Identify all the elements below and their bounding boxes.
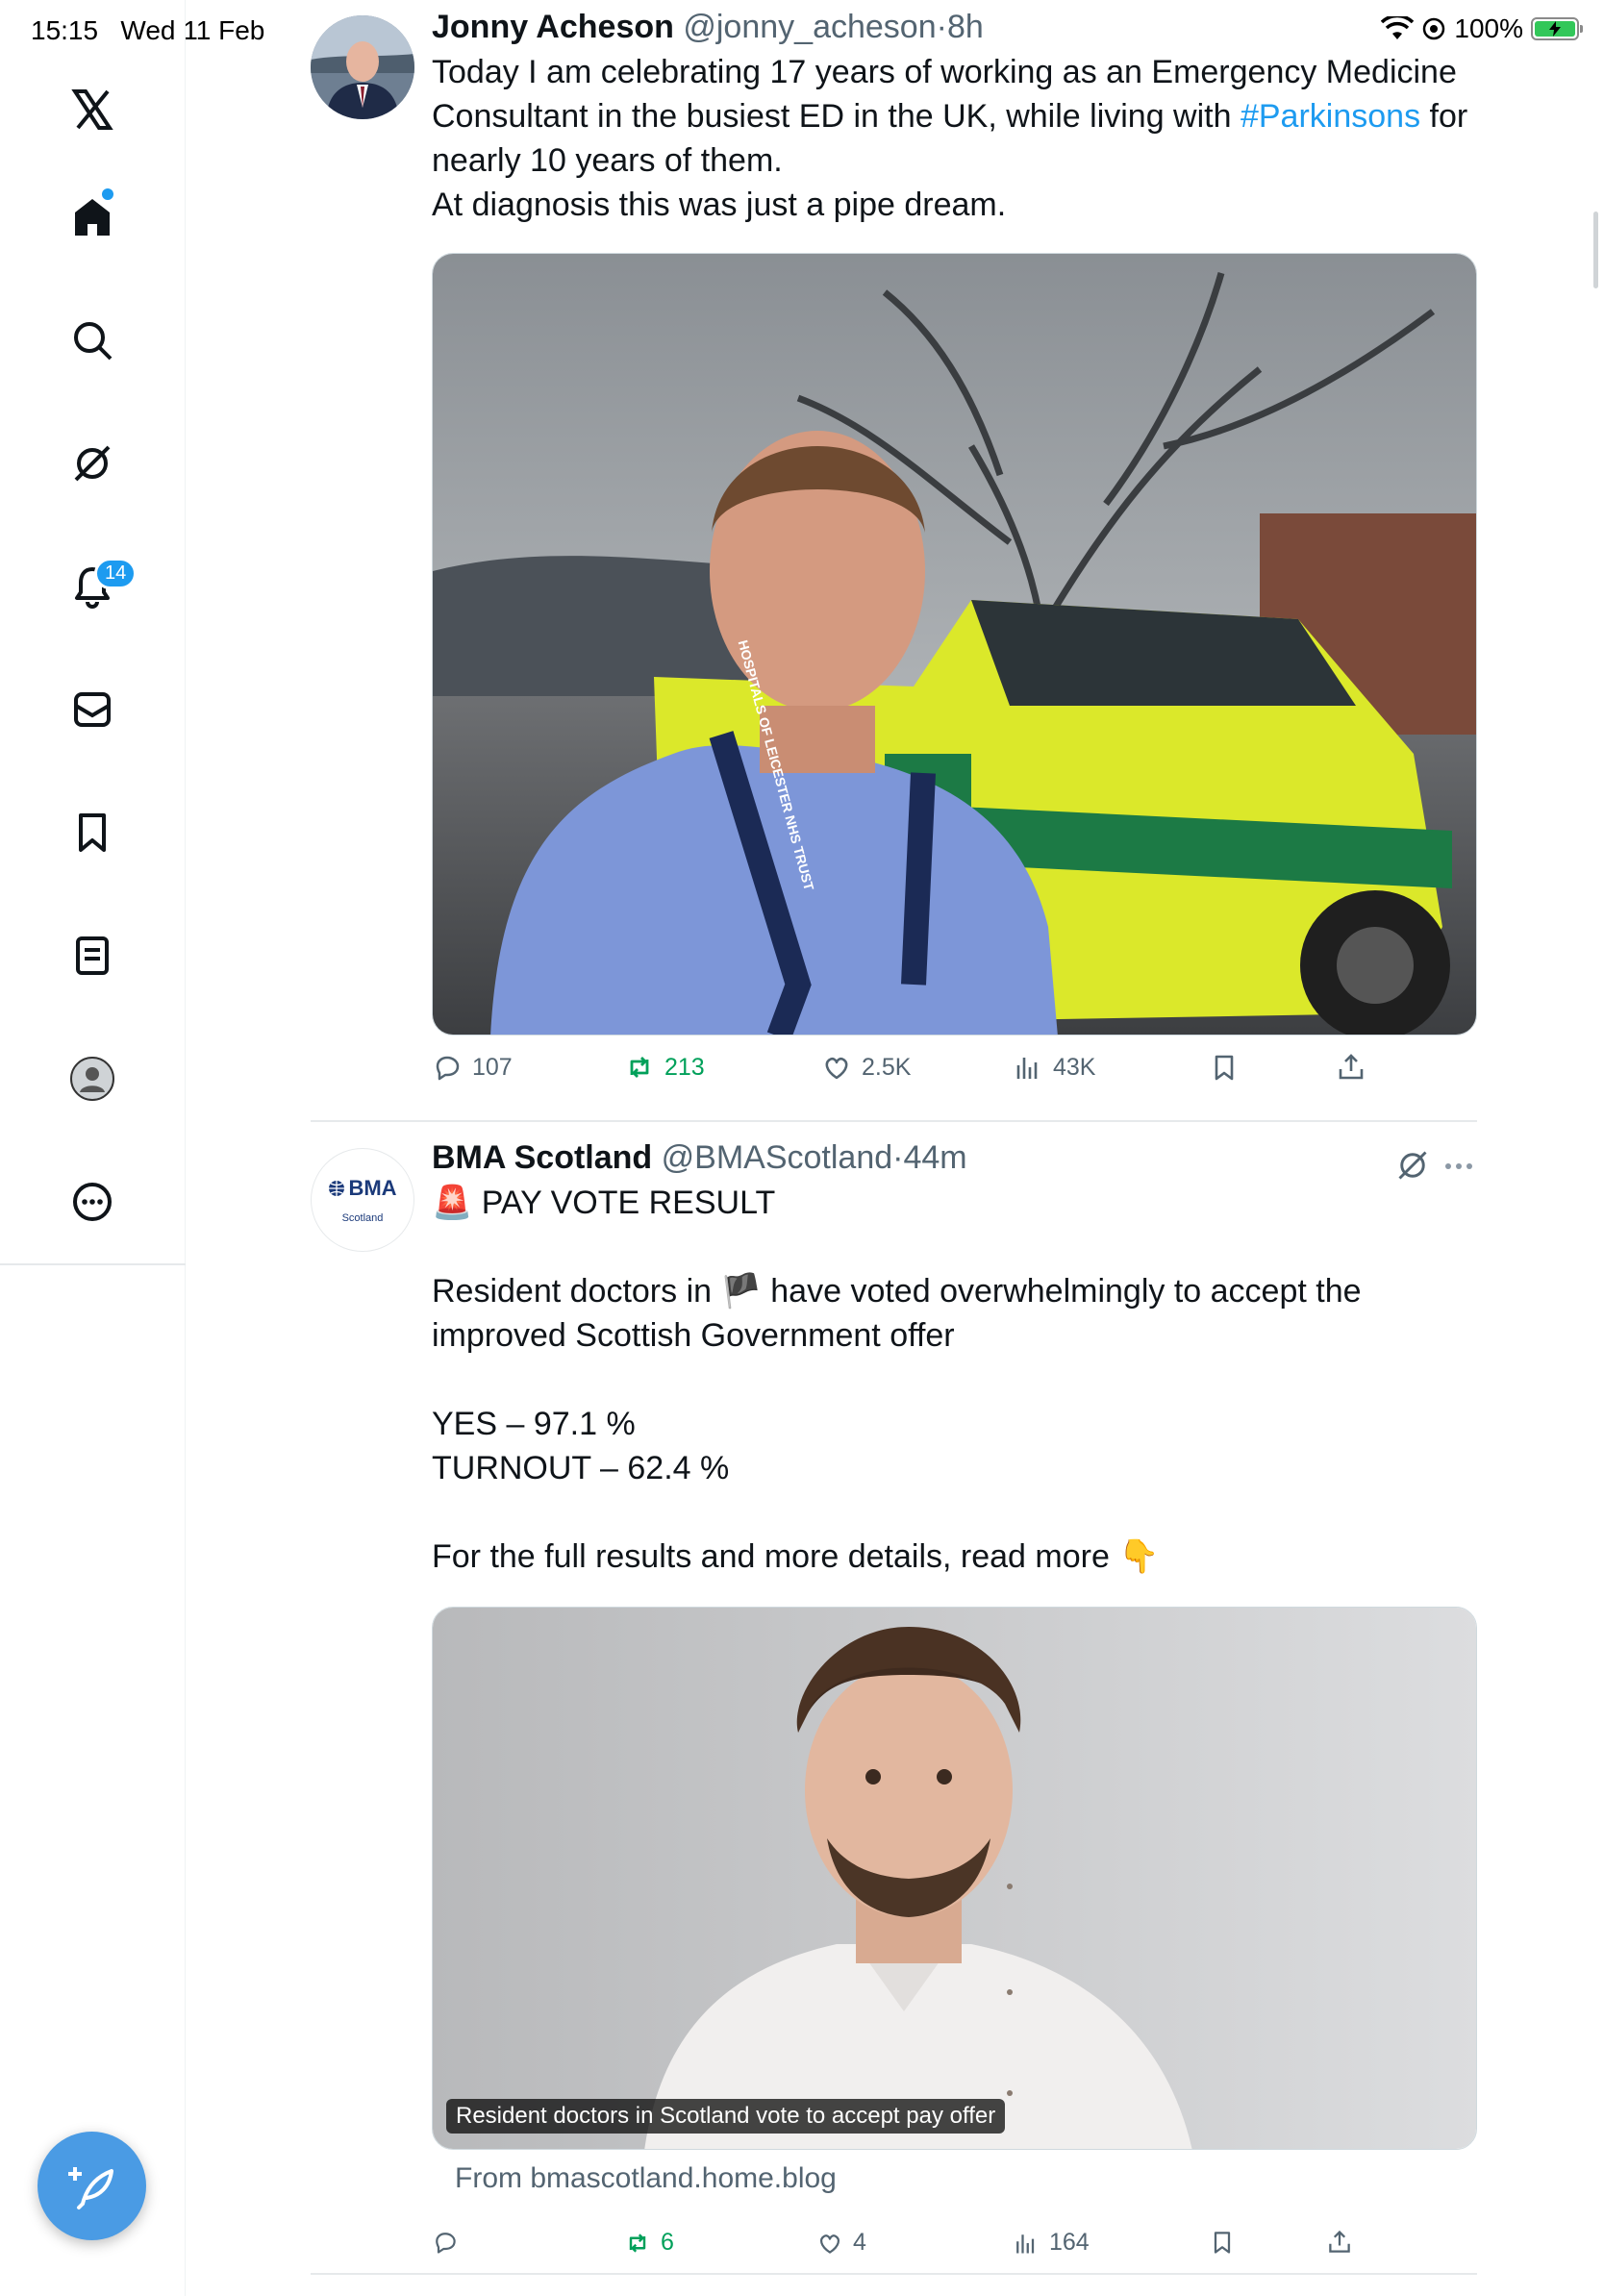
compose-icon [67,2166,113,2209]
reply-count: 107 [472,1053,513,1081]
card-source[interactable]: From bmascotland.home.blog [455,2162,837,2195]
repost-count: 6 [661,2229,674,2256]
repost-button[interactable]: 6 [624,2229,674,2257]
reply-icon [436,1056,460,1081]
more-options-icon[interactable] [1445,1163,1472,1169]
globe-icon [329,1181,345,1196]
tweet-body: Jonny Acheson @jonny_acheson·8h Today I … [432,8,1477,227]
tweet-actions: 107 213 2.5K 43K [432,1052,1477,1090]
heart-icon [820,2234,840,2254]
bookmark-button[interactable] [1209,1052,1240,1083]
tweet-header: BMA Scotland @BMAScotland·44m [432,1139,967,1176]
notification-badge: 14 [94,558,138,589]
views-icon [1016,1058,1038,1079]
bookmark-icon [1215,1055,1234,1081]
tweet-divider [311,1120,1477,1122]
search-icon[interactable] [63,312,121,369]
tweet-bma-scotland[interactable]: BMA Scotland BMA Scotland @BMAScotland·4… [311,1139,1477,2269]
tweet-text: Today I am celebrating 17 years of worki… [432,50,1477,227]
tweet-header: Jonny Acheson @jonny_acheson·8h [432,9,984,45]
author-handle[interactable]: @jonny_acheson [683,9,936,45]
compose-button[interactable] [38,2132,146,2240]
avatar-subtext: Scotland [341,1212,384,1224]
doctor-portrait-image [433,1608,1476,2149]
scrollbar[interactable] [1593,212,1598,288]
views-count: 43K [1053,1053,1096,1081]
more-icon[interactable] [63,1173,121,1231]
bookmark-icon[interactable] [63,804,121,861]
reply-button[interactable]: 107 [432,1052,513,1083]
bookmark-icon [1214,2232,1231,2254]
views-button[interactable]: 164 [1013,2229,1090,2257]
reply-button[interactable] [432,2229,468,2256]
tweet-text: 🚨 PAY VOTE RESULT Resident doctors in 🏴 … [432,1185,1362,1575]
card-caption: Resident doctors in Scotland vote to acc… [446,2099,1006,2134]
bma-logo: BMA [328,1176,397,1201]
like-count: 4 [853,2229,866,2256]
repost-icon [630,1057,649,1078]
tweet-time[interactable]: 44m [903,1139,966,1176]
share-icon [1329,2230,1350,2253]
avatar-text: BMA [348,1176,397,1200]
repost-icon [629,2233,646,2253]
bookmark-button[interactable] [1209,2229,1236,2256]
share-button[interactable] [1326,2229,1353,2256]
tweet-photo[interactable]: HOSPITALS OF LEICESTER NHS TRUST [432,253,1477,1036]
avatar[interactable]: BMA Scotland [311,1148,414,1252]
views-icon [1016,2234,1035,2253]
sidebar: 14 [0,0,186,2296]
heart-icon [825,1057,848,1080]
author-handle[interactable]: @BMAScotland [662,1139,893,1176]
like-count: 2.5K [862,1053,912,1081]
tweet-divider [311,2273,1477,2275]
share-icon [1339,1054,1364,1080]
reply-icon [436,2233,456,2254]
link-card[interactable]: Resident doctors in Scotland vote to acc… [432,1607,1477,2150]
repost-button[interactable]: 213 [624,1052,705,1083]
battery-icon [1531,17,1583,40]
profile-icon[interactable] [63,1050,121,1108]
selfie-ambulance-image [433,254,1476,1035]
tweet-jonny-acheson[interactable]: Jonny Acheson @jonny_acheson·8h Today I … [311,9,1477,1121]
tweet-body: BMA Scotland @BMAScotland·44m 🚨 PAY VOTE… [432,1138,1477,1579]
lists-icon[interactable] [63,927,121,985]
share-button[interactable] [1336,1052,1366,1083]
views-button[interactable]: 43K [1013,1052,1095,1083]
author-name[interactable]: Jonny Acheson [432,9,674,45]
author-name[interactable]: BMA Scotland [432,1139,652,1176]
grok-icon[interactable] [1395,1148,1430,1183]
home-unread-dot [102,188,113,200]
tweet-actions: 6 4 164 [432,2229,1477,2267]
tweet-time[interactable]: 8h [947,9,984,45]
x-logo-icon[interactable] [63,81,121,138]
hashtag-link[interactable]: #Parkinsons [1241,98,1420,135]
like-button[interactable]: 4 [816,2229,866,2257]
avatar[interactable] [311,15,414,119]
mail-icon[interactable] [63,681,121,738]
like-button[interactable]: 2.5K [821,1052,911,1083]
sidebar-divider [0,1263,186,1265]
views-count: 164 [1049,2229,1090,2256]
repost-count: 213 [664,1053,705,1081]
grok-icon[interactable] [63,435,121,492]
